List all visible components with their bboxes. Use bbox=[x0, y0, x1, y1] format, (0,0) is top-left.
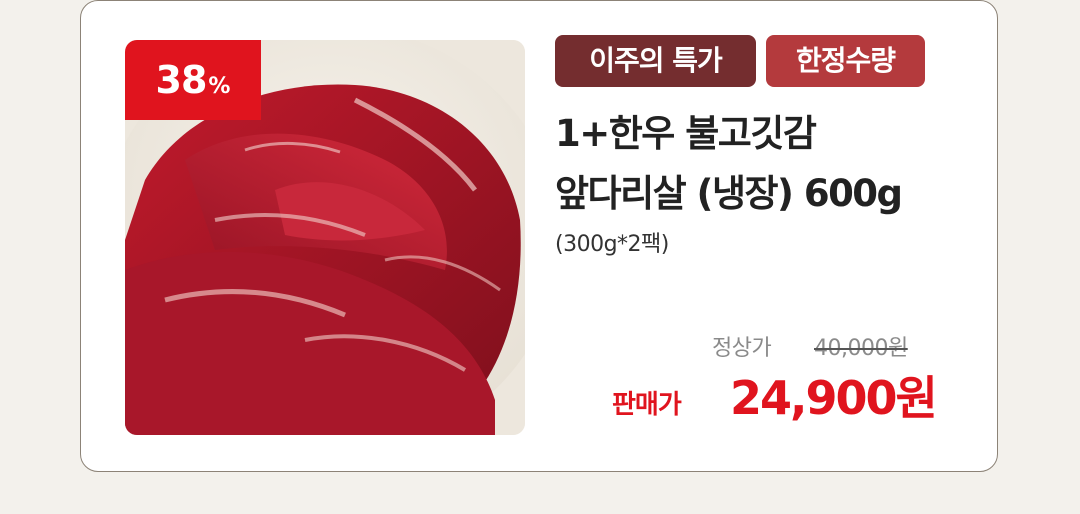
sale-price-label: 판매가 bbox=[612, 390, 682, 420]
regular-price-value: 40,000원 bbox=[814, 336, 908, 361]
discount-percent: 38 bbox=[155, 58, 208, 102]
weekly-special-tag: 이주의 특가 bbox=[555, 35, 756, 87]
discount-badge: 38 % bbox=[125, 40, 261, 120]
product-package-info: (300g*2팩) bbox=[555, 232, 669, 257]
discount-unit: % bbox=[208, 73, 231, 99]
regular-price-label: 정상가 bbox=[712, 336, 772, 361]
product-title-line2: 앞다리살 (냉장) 600g bbox=[555, 172, 903, 215]
product-title[interactable]: 1+한우 불고깃감 앞다리살 (냉장) 600g bbox=[555, 104, 985, 224]
product-title-line1: 1+한우 불고깃감 bbox=[555, 112, 817, 155]
limited-quantity-tag: 한정수량 bbox=[766, 35, 925, 87]
sale-price-value: 24,900원 bbox=[730, 371, 938, 425]
